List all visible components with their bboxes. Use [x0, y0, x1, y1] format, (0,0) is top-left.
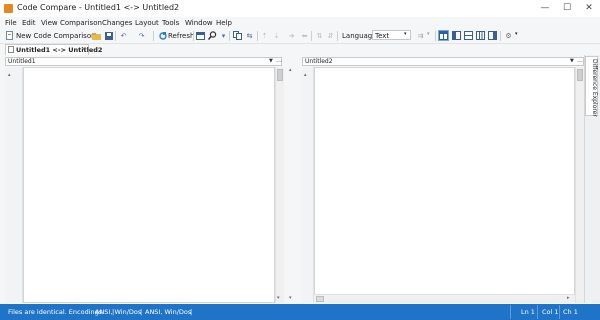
splitter-expand-icon[interactable]: ▾ [289, 296, 292, 301]
save-icon[interactable] [104, 31, 113, 40]
app-logo-icon [4, 4, 13, 13]
copy-right-icon[interactable]: ➔ [287, 31, 296, 40]
toolbar-separator [229, 31, 230, 41]
toolbar-separator [311, 31, 312, 41]
right-file-label: Untitled2 [305, 58, 333, 65]
browse-left-button[interactable]: … [276, 57, 282, 65]
tab-label: Untitled1 <-> Untitled2 [16, 46, 103, 54]
redo-icon[interactable]: ↷ [137, 31, 146, 40]
close-button[interactable]: ✕ [578, 0, 600, 17]
right-gutter [302, 67, 314, 303]
scroll-down-arrow[interactable]: ▾ [277, 296, 280, 301]
char-indicator: Ch 1 [563, 308, 578, 316]
menu-window[interactable]: Window [185, 19, 213, 27]
swap-icon[interactable]: ⇆ [245, 31, 254, 40]
pane-splitter[interactable] [284, 57, 300, 303]
chevron-down-icon: ▾ [515, 31, 518, 37]
right-encoding[interactable]: ANSI, Win/Dos [145, 308, 191, 316]
toolbar-separator [257, 31, 258, 41]
status-divider [510, 305, 511, 319]
menu-view[interactable]: View [41, 19, 58, 27]
left-file-label: Untitled1 [8, 58, 36, 65]
right-vertical-scrollbar[interactable] [575, 67, 584, 303]
menu-file[interactable]: File [5, 19, 17, 27]
menu-edit[interactable]: Edit [22, 19, 36, 27]
chevron-down-icon: ▾ [427, 31, 430, 37]
line-indicator: Ln 1 [521, 308, 535, 316]
toolbar-separator [193, 31, 194, 41]
view-mode-icon-4[interactable] [476, 31, 485, 40]
chevron-down-icon: ▼ [570, 58, 574, 64]
column-indicator: Col 1 [542, 308, 559, 316]
toolbar-separator [115, 31, 116, 41]
separator: | [190, 308, 193, 316]
last-change-icon[interactable]: ⇵ [326, 31, 335, 40]
view-mode-icon-2[interactable] [452, 31, 461, 40]
settings-icon[interactable]: ⚙ [504, 31, 513, 40]
tab-close-button[interactable]: × [81, 44, 87, 55]
language-value: Text [375, 32, 390, 40]
status-message: Files are identical. Encodings: [8, 308, 105, 316]
undo-icon[interactable]: ↶ [119, 31, 128, 40]
window-title: Code Compare - Untitled1 <-> Untitled2 [17, 3, 180, 12]
new-comparison-button[interactable]: New Code Comparison [16, 32, 96, 40]
refresh-icon[interactable] [158, 31, 167, 40]
chevron-down-icon: ▾ [404, 31, 407, 37]
right-scroll-thumb[interactable] [577, 69, 583, 81]
new-comparison-icon[interactable] [5, 31, 14, 40]
left-file-select[interactable]: Untitled1 [5, 57, 282, 66]
right-file-select[interactable]: Untitled2 [302, 57, 584, 66]
menu-tools[interactable]: Tools [162, 19, 179, 27]
left-vertical-scrollbar[interactable] [275, 67, 284, 303]
view-mode-icon-5[interactable] [488, 31, 497, 40]
prev-diff-icon[interactable]: ⇣ [272, 31, 281, 40]
maximize-button[interactable]: ☐ [556, 0, 578, 17]
horizontal-scroll-thumb[interactable] [316, 296, 324, 302]
refresh-button[interactable]: Refresh [168, 32, 194, 40]
right-gutter-marker: ▴ [304, 72, 307, 78]
copy-left-icon[interactable]: ⬅ [300, 31, 309, 40]
search-icon[interactable] [208, 31, 217, 40]
status-divider [559, 305, 560, 319]
chevron-down-icon: ▼ [269, 58, 273, 64]
left-gutter-marker: ▴ [8, 72, 11, 78]
view-mode-active-button[interactable] [438, 30, 449, 41]
splitter-collapse-icon[interactable]: ▴ [289, 68, 292, 73]
browse-right-button[interactable]: … [577, 57, 583, 65]
right-editor[interactable] [314, 67, 575, 303]
toolbar-separator [153, 31, 154, 41]
scroll-right-arrow[interactable]: ▸ [567, 296, 570, 301]
minimize-button[interactable]: — [534, 0, 556, 17]
toolbar-separator [337, 31, 338, 41]
word-wrap-icon[interactable]: ⇉ [416, 31, 425, 40]
next-diff-icon[interactable]: ⇅ [315, 31, 324, 40]
view-mode-icon-3[interactable] [464, 31, 473, 40]
chevron-down-icon[interactable]: ▾ [219, 31, 228, 40]
difference-explorer-label: Difference Explorer [591, 59, 598, 117]
left-gutter [5, 67, 23, 303]
first-change-icon[interactable]: ⇡ [260, 31, 269, 40]
difference-explorer-tab[interactable]: Difference Explorer [585, 56, 598, 117]
menu-layout[interactable]: Layout [135, 19, 159, 27]
menu-comparison[interactable]: Comparison [60, 19, 102, 27]
merge-icon[interactable] [233, 31, 242, 40]
status-divider [537, 305, 538, 319]
tab-comparison[interactable]: Untitled1 <-> Untitled2 [5, 44, 102, 55]
right-horizontal-scrollbar[interactable] [314, 294, 575, 303]
separator: | [140, 308, 143, 316]
layout-icon[interactable] [196, 31, 205, 40]
menu-help[interactable]: Help [216, 19, 232, 27]
document-icon [8, 46, 14, 53]
left-editor[interactable] [23, 67, 275, 303]
toolbar-separator [500, 31, 501, 41]
left-encoding[interactable]: ANSI, Win/Dos [95, 308, 141, 316]
toolbar-separator [435, 31, 436, 41]
menu-changes[interactable]: Changes [102, 19, 132, 27]
left-scroll-thumb[interactable] [277, 69, 283, 81]
folder-icon[interactable] [92, 31, 101, 40]
